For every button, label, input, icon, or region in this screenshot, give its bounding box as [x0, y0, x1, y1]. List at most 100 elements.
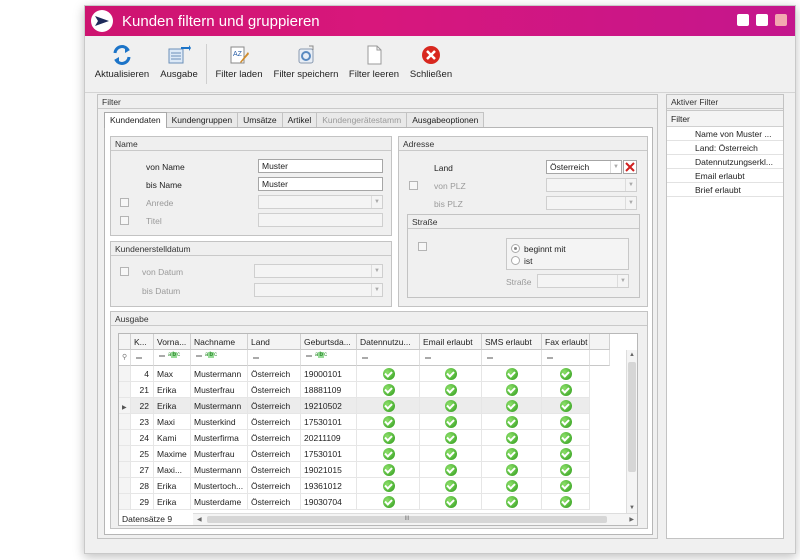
- table-cell[interactable]: Max: [154, 366, 191, 382]
- table-cell[interactable]: 19210502: [301, 398, 357, 414]
- ist-radio[interactable]: [511, 256, 520, 265]
- check-cell[interactable]: [482, 478, 542, 494]
- table-cell[interactable]: Erika: [154, 382, 191, 398]
- column-header[interactable]: Email erlaubt: [420, 334, 482, 350]
- row-indicator-header[interactable]: [119, 334, 131, 350]
- table-cell[interactable]: 18881109: [301, 382, 357, 398]
- check-cell[interactable]: [357, 382, 420, 398]
- column-filter-cell[interactable]: [420, 350, 482, 366]
- row-indicator[interactable]: [119, 366, 131, 382]
- table-cell[interactable]: 19021015: [301, 462, 357, 478]
- anrede-select[interactable]: ▼: [258, 195, 383, 209]
- check-cell[interactable]: [420, 398, 482, 414]
- table-cell[interactable]: Österreich: [248, 478, 301, 494]
- horizontal-scrollbar[interactable]: ◀ III ▶: [193, 513, 637, 525]
- column-filter-cell[interactable]: abc: [191, 350, 248, 366]
- table-cell[interactable]: Erika: [154, 398, 191, 414]
- check-cell[interactable]: [420, 430, 482, 446]
- table-cell[interactable]: 22: [131, 398, 154, 414]
- row-indicator[interactable]: [119, 446, 131, 462]
- row-indicator[interactable]: [119, 382, 131, 398]
- land-select[interactable]: Österreich ▼: [546, 160, 622, 174]
- column-filter-cell[interactable]: [357, 350, 420, 366]
- active-filter-item[interactable]: Land: Österreich: [667, 141, 783, 155]
- bis-plz-select[interactable]: ▼: [546, 196, 637, 210]
- check-cell[interactable]: [420, 462, 482, 478]
- table-cell[interactable]: Mustermann: [191, 366, 248, 382]
- table-cell[interactable]: Maxime: [154, 446, 191, 462]
- vertical-scrollbar[interactable]: ▲ ▼: [626, 350, 637, 513]
- von-name-input[interactable]: Muster: [258, 159, 383, 173]
- table-cell[interactable]: Österreich: [248, 446, 301, 462]
- column-header[interactable]: Datennutzu...: [357, 334, 420, 350]
- check-cell[interactable]: [420, 366, 482, 382]
- check-cell[interactable]: [482, 462, 542, 478]
- check-cell[interactable]: [482, 430, 542, 446]
- strasse-input[interactable]: ▼: [537, 274, 629, 288]
- check-cell[interactable]: [357, 446, 420, 462]
- table-cell[interactable]: 23: [131, 414, 154, 430]
- table-cell[interactable]: 17530101: [301, 414, 357, 430]
- column-header[interactable]: SMS erlaubt: [482, 334, 542, 350]
- row-indicator[interactable]: [119, 494, 131, 510]
- table-cell[interactable]: Musterfrau: [191, 382, 248, 398]
- von-plz-select[interactable]: ▼: [546, 178, 637, 192]
- column-header[interactable]: Nachname: [191, 334, 248, 350]
- active-filter-item[interactable]: Name von Muster ...: [667, 127, 783, 141]
- check-cell[interactable]: [420, 382, 482, 398]
- check-cell[interactable]: [357, 462, 420, 478]
- table-cell[interactable]: 4: [131, 366, 154, 382]
- tab-artikel[interactable]: Artikel: [281, 112, 318, 127]
- check-cell[interactable]: [542, 462, 590, 478]
- table-cell[interactable]: Österreich: [248, 430, 301, 446]
- row-indicator[interactable]: [119, 414, 131, 430]
- save-filter-button[interactable]: Filter speichern: [271, 40, 341, 88]
- active-filter-item[interactable]: Datennutzungserkl...: [667, 155, 783, 169]
- check-cell[interactable]: [542, 494, 590, 510]
- bis-name-input[interactable]: Muster: [258, 177, 383, 191]
- table-cell[interactable]: 17530101: [301, 446, 357, 462]
- date-checkbox[interactable]: [120, 267, 129, 276]
- column-filter-cell[interactable]: abc: [154, 350, 191, 366]
- bis-datum-picker[interactable]: ▼: [254, 283, 383, 297]
- column-filter-cell[interactable]: [131, 350, 154, 366]
- check-cell[interactable]: [357, 398, 420, 414]
- load-filter-button[interactable]: AZ Filter laden: [212, 40, 266, 88]
- table-cell[interactable]: Erika: [154, 478, 191, 494]
- active-filter-item[interactable]: Email erlaubt: [667, 169, 783, 183]
- tab-kundendaten[interactable]: Kundendaten: [104, 112, 167, 128]
- table-cell[interactable]: Erika: [154, 494, 191, 510]
- active-filter-item[interactable]: Brief erlaubt: [667, 183, 783, 197]
- table-cell[interactable]: Mustermann: [191, 398, 248, 414]
- table-cell[interactable]: 27: [131, 462, 154, 478]
- row-indicator[interactable]: ▶: [119, 398, 131, 414]
- check-cell[interactable]: [482, 494, 542, 510]
- check-cell[interactable]: [420, 494, 482, 510]
- table-cell[interactable]: Österreich: [248, 494, 301, 510]
- plz-checkbox[interactable]: [409, 181, 418, 190]
- table-cell[interactable]: Österreich: [248, 398, 301, 414]
- table-cell[interactable]: 21: [131, 382, 154, 398]
- titel-checkbox[interactable]: [120, 216, 129, 225]
- check-cell[interactable]: [420, 446, 482, 462]
- table-cell[interactable]: 28: [131, 478, 154, 494]
- clear-land-button[interactable]: [623, 160, 637, 174]
- row-indicator[interactable]: [119, 478, 131, 494]
- check-cell[interactable]: [357, 494, 420, 510]
- tab-kundengruppen[interactable]: Kundengruppen: [165, 112, 239, 127]
- tab-ausgabeoptionen[interactable]: Ausgabeoptionen: [406, 112, 485, 127]
- check-cell[interactable]: [542, 398, 590, 414]
- check-cell[interactable]: [357, 366, 420, 382]
- von-datum-picker[interactable]: ▼: [254, 264, 383, 278]
- column-header[interactable]: Vorna...: [154, 334, 191, 350]
- table-cell[interactable]: Mustertoch...: [191, 478, 248, 494]
- minimize-button[interactable]: [737, 14, 749, 26]
- table-cell[interactable]: 19361012: [301, 478, 357, 494]
- table-cell[interactable]: 19000101: [301, 366, 357, 382]
- check-cell[interactable]: [542, 446, 590, 462]
- table-cell[interactable]: 20211109: [301, 430, 357, 446]
- clear-filter-button[interactable]: Filter leeren: [347, 40, 401, 88]
- column-filter-cell[interactable]: [248, 350, 301, 366]
- table-cell[interactable]: Musterdame: [191, 494, 248, 510]
- check-cell[interactable]: [357, 478, 420, 494]
